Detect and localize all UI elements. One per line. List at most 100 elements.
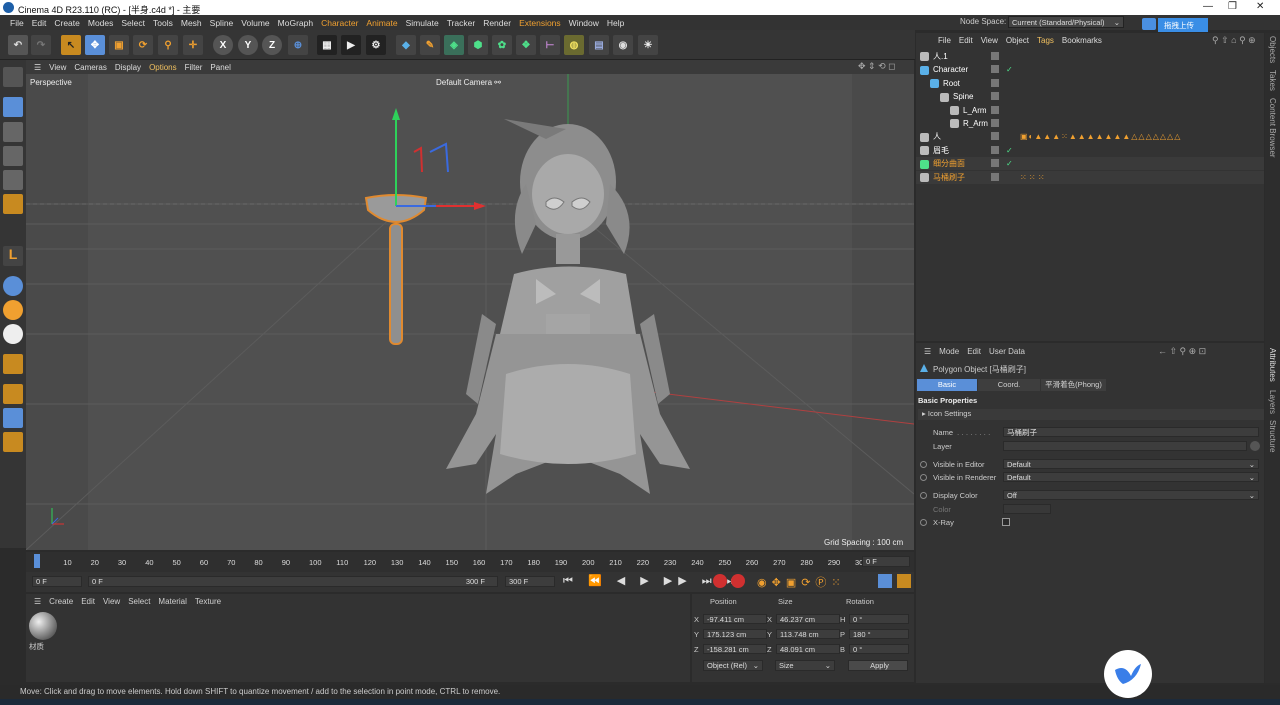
texture-mode-icon[interactable] <box>3 122 23 142</box>
menu-render[interactable]: Render <box>479 18 515 28</box>
timeline-playhead[interactable] <box>34 554 40 568</box>
menu-select[interactable]: Select <box>117 18 149 28</box>
autokey-icon[interactable] <box>731 574 745 588</box>
menu-volume[interactable]: Volume <box>237 18 273 28</box>
close-icon[interactable]: ✕ <box>1256 1 1264 12</box>
timeline-start-field[interactable]: 0 F <box>32 576 82 587</box>
menu-create[interactable]: Create <box>50 18 84 28</box>
recent-tool-icon[interactable]: ⚲ <box>158 35 178 55</box>
perspective-viewport[interactable]: Perspective Default Camera ⚯ Grid Spacin… <box>26 74 914 550</box>
object-row[interactable]: 眉毛 ✓ <box>916 144 1264 157</box>
viewport-menu-filter[interactable]: Filter <box>181 63 207 72</box>
scale-tool-icon[interactable]: ▣ <box>109 35 129 55</box>
menu-file[interactable]: File <box>6 18 28 28</box>
make-editable-icon[interactable] <box>3 67 23 87</box>
menu-window[interactable]: Window <box>565 18 603 28</box>
upload-button[interactable]: 拖拽上传 <box>1158 18 1208 32</box>
layer-field[interactable] <box>1003 441 1247 451</box>
viewport-camera-label[interactable]: Default Camera ⚯ <box>436 78 501 87</box>
object-row[interactable]: Spine <box>916 90 1264 103</box>
object-manager-nav-icons[interactable]: ⚲ ⇧ ⌂ ⚲ ⊕ <box>1212 35 1256 46</box>
animate-dot-icon[interactable] <box>920 492 927 499</box>
menu-mograph[interactable]: MoGraph <box>274 18 317 28</box>
redo-icon[interactable]: ↷ <box>31 35 51 55</box>
viewport-menu-display[interactable]: Display <box>111 63 145 72</box>
object-row[interactable]: Character ✓ <box>916 63 1264 76</box>
object-menu-bookmarks[interactable]: Bookmarks <box>1058 36 1106 45</box>
menu-edit[interactable]: Edit <box>28 18 51 28</box>
object-name[interactable]: 人 <box>933 132 941 141</box>
tab-coord[interactable]: Coord. <box>978 379 1040 391</box>
coordinate-system-icon[interactable]: ✛ <box>183 35 203 55</box>
world-coordinate-icon[interactable]: ⊕ <box>288 35 308 55</box>
object-name[interactable]: L_Arm <box>963 106 987 115</box>
menu-tools[interactable]: Tools <box>149 18 177 28</box>
move-tool-icon[interactable]: ✥ <box>85 35 105 55</box>
menu-spline[interactable]: Spline <box>206 18 238 28</box>
pen-icon[interactable]: ✎ <box>420 35 440 55</box>
camera-icon[interactable]: ◉ <box>613 35 633 55</box>
object-name[interactable]: 眉毛 <box>933 146 949 155</box>
nodespace-select[interactable]: Current (Standard/Physical) ⌄ <box>1008 16 1124 28</box>
viewport-menu-view[interactable]: View <box>45 63 70 72</box>
object-row[interactable]: 马桶刷子 ⁙ ⁙ ⁙ <box>916 170 1264 184</box>
extrude-icon[interactable]: ⬢ <box>468 35 488 55</box>
y-axis-icon[interactable]: Y <box>238 35 258 55</box>
undo-icon[interactable]: ↶ <box>8 35 28 55</box>
current-frame-field[interactable]: 0 F <box>862 556 910 567</box>
object-row[interactable]: Root <box>916 77 1264 90</box>
snap-settings-icon[interactable] <box>3 300 23 320</box>
visibility-toggle-icon[interactable] <box>991 65 999 74</box>
object-menu-edit[interactable]: Edit <box>955 36 977 45</box>
coord-position-field[interactable]: -97.411 cm <box>703 614 767 624</box>
material-preview-icon[interactable] <box>29 612 57 640</box>
visibility-toggle-icon[interactable] <box>991 172 999 181</box>
object-row[interactable]: 细分曲面 ✓ <box>916 157 1264 171</box>
points-mode-icon[interactable] <box>3 146 23 166</box>
visible-renderer-select[interactable]: Default ⌄ <box>1003 472 1259 482</box>
name-field[interactable]: 马桶刷子 <box>1003 427 1259 437</box>
cube-icon[interactable]: ◆ <box>396 35 416 55</box>
object-menu-tags[interactable]: Tags <box>1033 36 1058 45</box>
subdivision-icon[interactable]: ◈ <box>444 35 464 55</box>
tab-layers[interactable]: Layers <box>1268 390 1277 414</box>
animate-dot-icon[interactable] <box>920 474 927 481</box>
object-name[interactable]: Root <box>943 79 960 88</box>
object-row[interactable]: L_Arm <box>916 104 1264 117</box>
material-name[interactable]: 材质 <box>29 641 44 652</box>
visibility-toggle-icon[interactable] <box>991 78 999 87</box>
coord-size-field[interactable]: 46.237 cm <box>776 614 840 624</box>
minimize-icon[interactable]: — <box>1203 1 1213 12</box>
coord-rotation-field[interactable]: 0 ° <box>849 614 909 624</box>
layer-picker-icon[interactable] <box>1250 441 1260 451</box>
object-name[interactable]: Spine <box>953 92 973 101</box>
timeline-range-slider[interactable]: 0 F 300 F <box>88 576 498 587</box>
viewport-menu-icon[interactable]: ☰ <box>30 63 45 72</box>
axis-mode-icon[interactable]: L <box>3 246 23 266</box>
edges-mode-icon[interactable] <box>3 170 23 190</box>
mograph-effector-icon[interactable]: ❖ <box>516 35 536 55</box>
tab-basic[interactable]: Basic <box>917 379 977 391</box>
deformer-icon[interactable]: ⊢ <box>540 35 560 55</box>
coord-position-field[interactable]: -158.281 cm <box>703 644 767 654</box>
coord-mode-select[interactable]: Object (Rel) ⌄ <box>703 660 763 671</box>
visibility-toggle-icon[interactable] <box>991 145 999 154</box>
grid-icon[interactable] <box>3 384 23 404</box>
select-tool-icon[interactable]: ↖ <box>61 35 81 55</box>
z-axis-icon[interactable]: Z <box>262 35 282 55</box>
material-menu-view[interactable]: View <box>99 597 124 606</box>
key-tools-icons[interactable]: ◉✥▣⟳Ⓟ⁙ <box>757 574 885 589</box>
object-row[interactable]: 人.1 <box>916 50 1264 63</box>
enabled-check-icon[interactable]: ✓ <box>1006 144 1013 157</box>
xray-checkbox[interactable] <box>1002 518 1010 526</box>
menu-help[interactable]: Help <box>603 18 628 28</box>
object-menu-view[interactable]: View <box>977 36 1002 45</box>
object-name[interactable]: 人.1 <box>933 52 948 61</box>
material-menu-edit[interactable]: Edit <box>77 597 99 606</box>
object-name[interactable]: Character <box>933 65 968 74</box>
menu-tracker[interactable]: Tracker <box>443 18 480 28</box>
mograph-cloner-icon[interactable]: ✿ <box>492 35 512 55</box>
menu-extensions[interactable]: Extensions <box>515 18 565 28</box>
coord-size-field[interactable]: 113.748 cm <box>776 629 840 639</box>
menu-animate[interactable]: Animate <box>362 18 401 28</box>
